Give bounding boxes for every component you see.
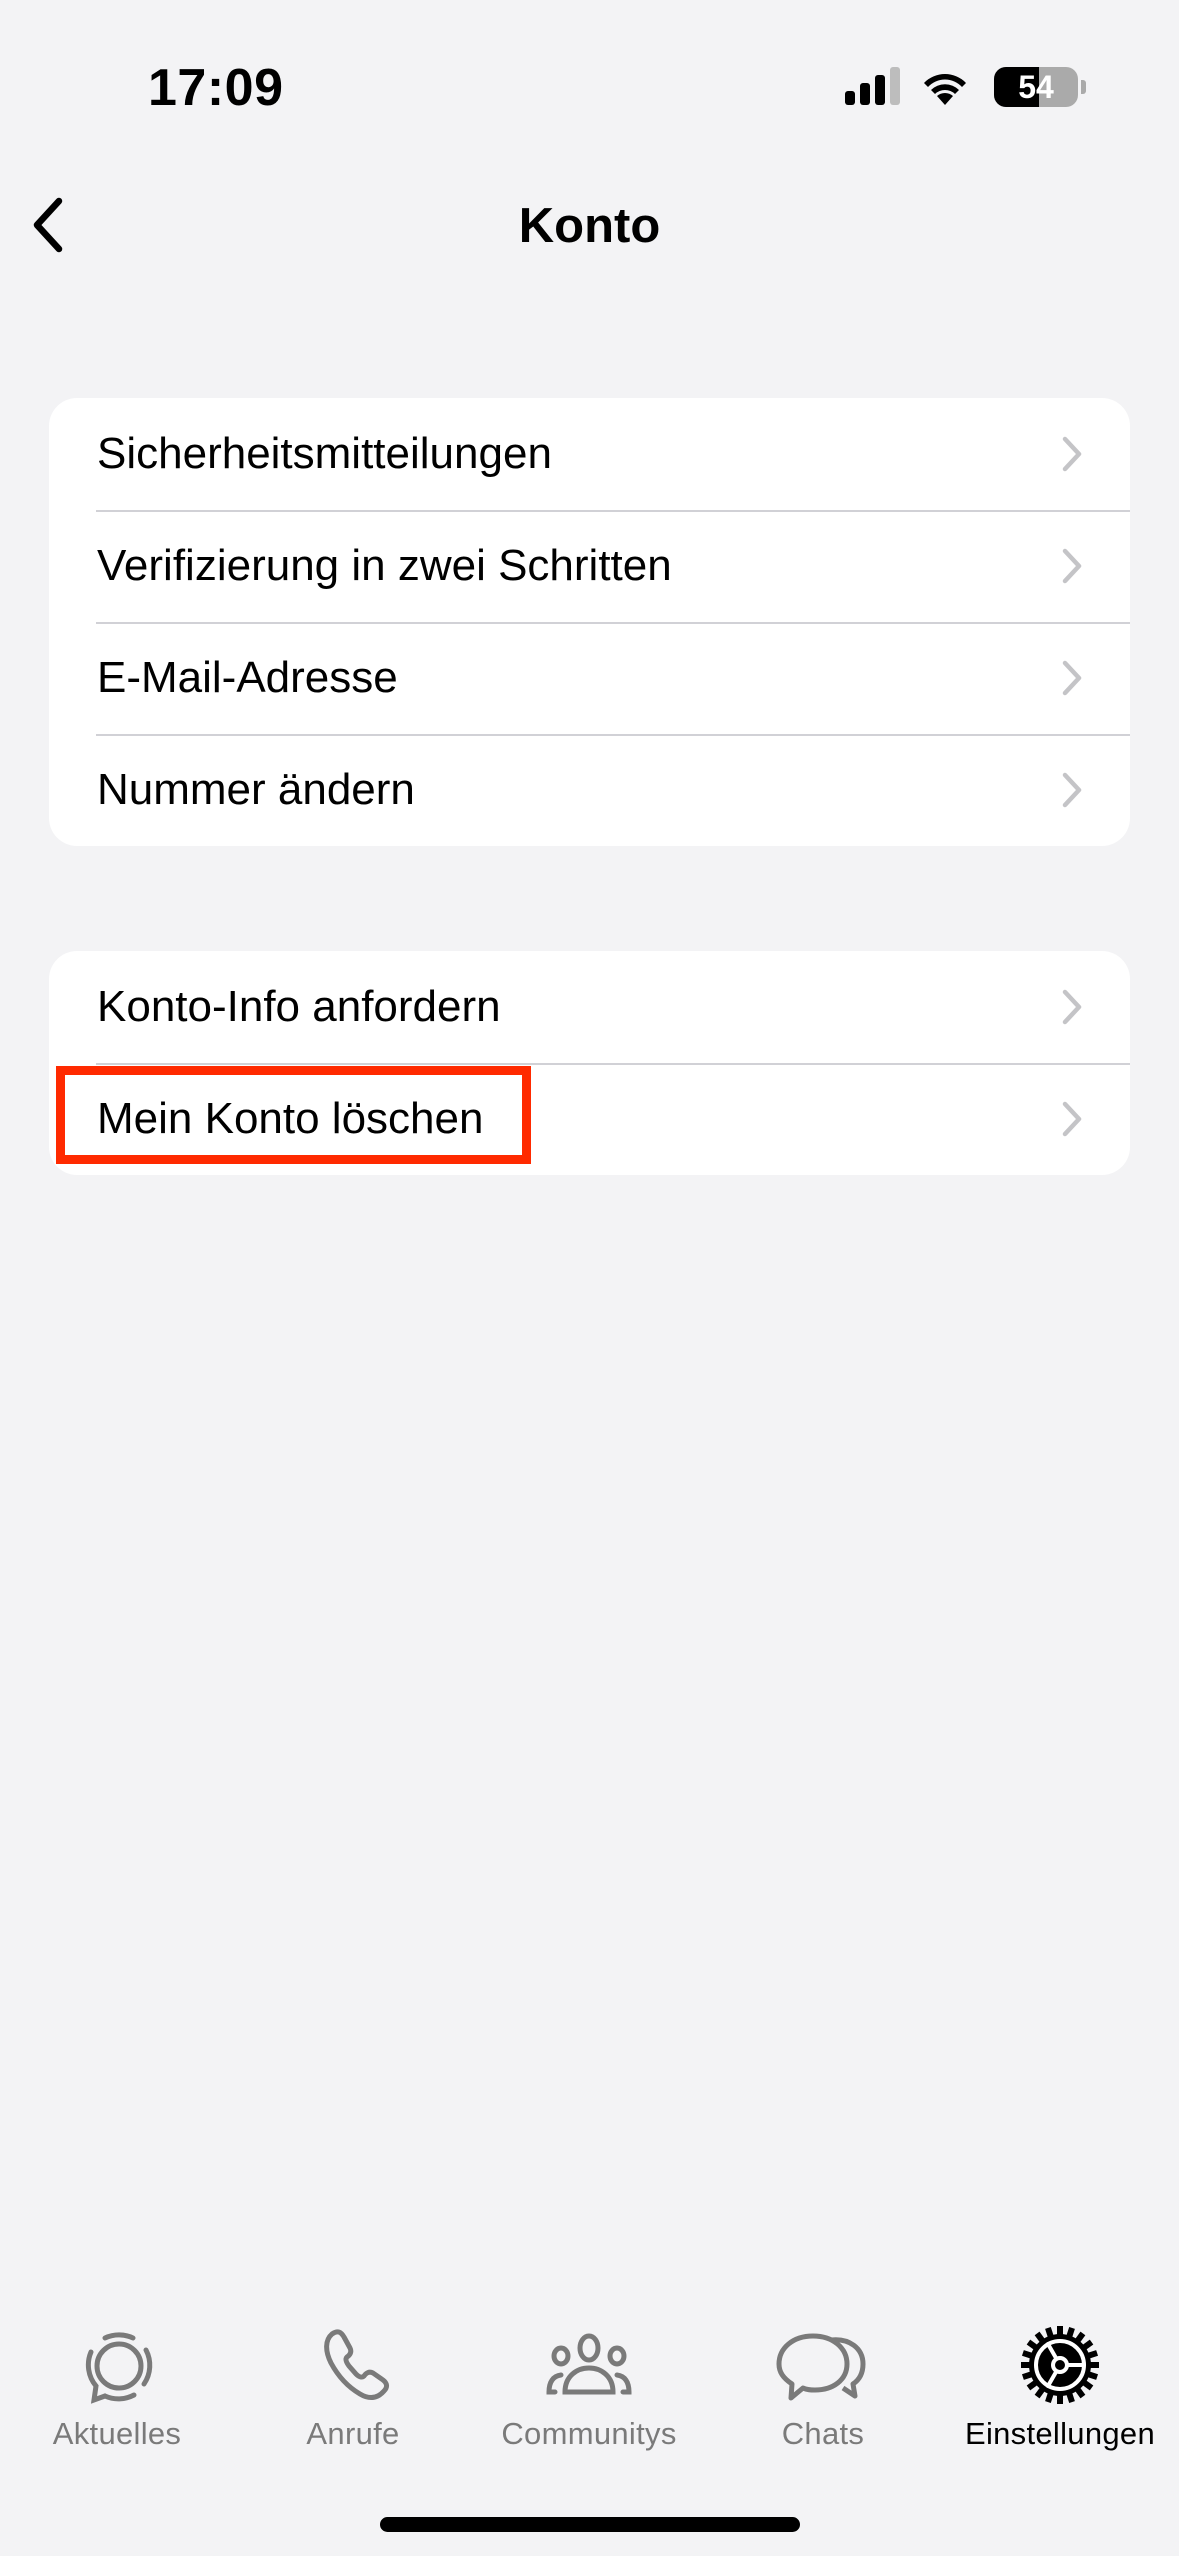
battery-cap	[1081, 80, 1086, 94]
navigation-bar: Konto	[0, 170, 1179, 280]
tab-anrufe[interactable]: Anrufe	[293, 2300, 413, 2460]
tab-chats[interactable]: Chats	[763, 2300, 883, 2460]
list-item-sicherheitsmitteilungen[interactable]: Sicherheitsmitteilungen	[49, 398, 1130, 510]
tab-communitys[interactable]: Communitys	[489, 2300, 689, 2460]
wifi-icon	[924, 74, 966, 105]
list-item-label: E-Mail-Adresse	[97, 653, 398, 702]
list-item-label: Sicherheitsmitteilungen	[97, 429, 552, 478]
list-item-label: Verifizierung in zwei Schritten	[97, 541, 672, 590]
list-item-mein-konto-loeschen[interactable]: Mein Konto löschen	[49, 1063, 1130, 1175]
cellular-signal-icon	[840, 67, 900, 107]
list-item-konto-info-anfordern[interactable]: Konto-Info anfordern	[49, 951, 1130, 1063]
tab-label: Anrufe	[306, 2416, 400, 2451]
chevron-right-icon	[1062, 989, 1082, 1025]
tab-einstellungen[interactable]: Einstellungen	[955, 2300, 1165, 2460]
tab-label: Einstellungen	[964, 2416, 1156, 2451]
phone-icon	[324, 2329, 389, 2401]
chevron-right-icon	[1062, 436, 1082, 472]
battery-icon: 54	[994, 67, 1078, 107]
communities-icon	[546, 2333, 632, 2395]
chevron-right-icon	[1062, 660, 1082, 696]
settings-gear-icon	[1021, 2326, 1099, 2404]
battery-percent: 54	[1018, 68, 1054, 105]
chevron-right-icon	[1062, 1101, 1082, 1137]
chevron-right-icon	[1062, 548, 1082, 584]
page-title: Konto	[518, 199, 661, 253]
tab-bar: Aktuelles Anrufe Communitys Chats Einste…	[0, 2300, 1179, 2470]
status-time: 17:09	[148, 59, 284, 117]
tab-aktuelles[interactable]: Aktuelles	[53, 2300, 181, 2460]
chevron-right-icon	[1062, 772, 1082, 808]
tab-label: Communitys	[501, 2416, 677, 2451]
status-bar: 17:09 54	[0, 0, 1179, 150]
status-icons: 54	[840, 64, 1086, 110]
list-item-label: Konto-Info anfordern	[97, 982, 501, 1031]
list-item-label: Mein Konto löschen	[97, 1094, 484, 1143]
settings-group-account: Konto-Info anfordern Mein Konto löschen	[49, 951, 1130, 1175]
chats-icon	[776, 2333, 866, 2401]
tab-label: Aktuelles	[52, 2416, 182, 2451]
tab-label: Chats	[781, 2416, 865, 2451]
list-item-verifizierung[interactable]: Verifizierung in zwei Schritten	[49, 510, 1130, 622]
list-item-email-adresse[interactable]: E-Mail-Adresse	[49, 622, 1130, 734]
updates-icon	[85, 2332, 153, 2404]
home-indicator[interactable]	[380, 2517, 800, 2532]
list-item-label: Nummer ändern	[97, 765, 415, 814]
list-item-nummer-aendern[interactable]: Nummer ändern	[49, 734, 1130, 846]
settings-group-security: Sicherheitsmitteilungen Verifizierung in…	[49, 398, 1130, 846]
